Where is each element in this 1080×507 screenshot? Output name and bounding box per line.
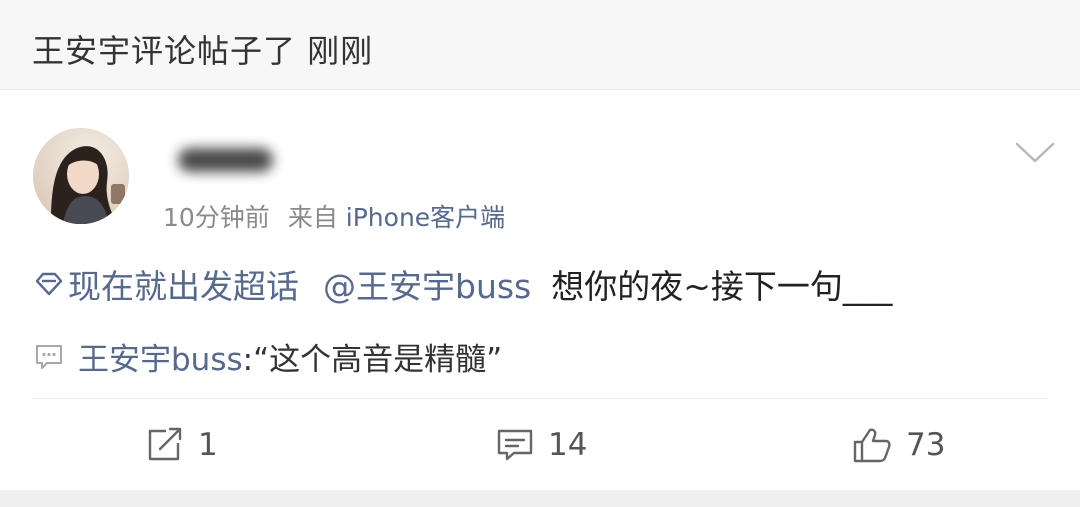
comment-author[interactable]: 王安宇buss bbox=[78, 334, 243, 379]
topic-diamond-icon bbox=[35, 272, 63, 296]
source-prefix: 来自 bbox=[287, 203, 338, 232]
comment-bubble-icon bbox=[36, 344, 62, 369]
mention-link[interactable]: @王安宇buss bbox=[323, 260, 531, 308]
notification-header: 王安宇评论帖子了 刚刚 bbox=[0, 0, 1080, 90]
post-card[interactable]: 10分钟前 来自 iPhone客户端 现在就出发超话 @王安宇buss 想你的夜~… bbox=[0, 90, 1080, 490]
repost-button[interactable]: 1 bbox=[146, 420, 218, 470]
repost-count: 1 bbox=[198, 427, 218, 463]
comment-preview[interactable]: 王安宇buss:“这个高音是精髓” bbox=[34, 334, 502, 379]
username-blurred[interactable] bbox=[178, 148, 273, 172]
avatar[interactable] bbox=[33, 128, 129, 224]
post-body: 想你的夜~接下一句___ bbox=[551, 267, 893, 306]
like-icon bbox=[853, 428, 891, 463]
post-time: 10分钟前 bbox=[163, 203, 270, 232]
comment-icon bbox=[497, 429, 533, 461]
bottom-separator bbox=[0, 490, 1080, 507]
topic-link[interactable]: 现在就出发超话 bbox=[68, 260, 299, 308]
divider bbox=[32, 398, 1048, 399]
source-app: iPhone客户端 bbox=[345, 203, 506, 232]
repost-icon bbox=[148, 427, 182, 461]
notification-text: 王安宇评论帖子了 刚刚 bbox=[32, 32, 374, 70]
comment-button[interactable]: 14 bbox=[496, 420, 587, 470]
post-content: 现在就出发超话 @王安宇buss 想你的夜~接下一句___ bbox=[34, 260, 892, 308]
comment-text: :“这个高音是精髓” bbox=[242, 342, 503, 378]
action-bar: 1 14 73 bbox=[0, 420, 1080, 470]
comment-count: 14 bbox=[548, 427, 588, 463]
chevron-down-icon[interactable] bbox=[1014, 140, 1056, 166]
like-count: 73 bbox=[906, 427, 946, 463]
post-meta: 10分钟前 来自 iPhone客户端 bbox=[163, 198, 505, 234]
like-button[interactable]: 73 bbox=[852, 420, 945, 470]
